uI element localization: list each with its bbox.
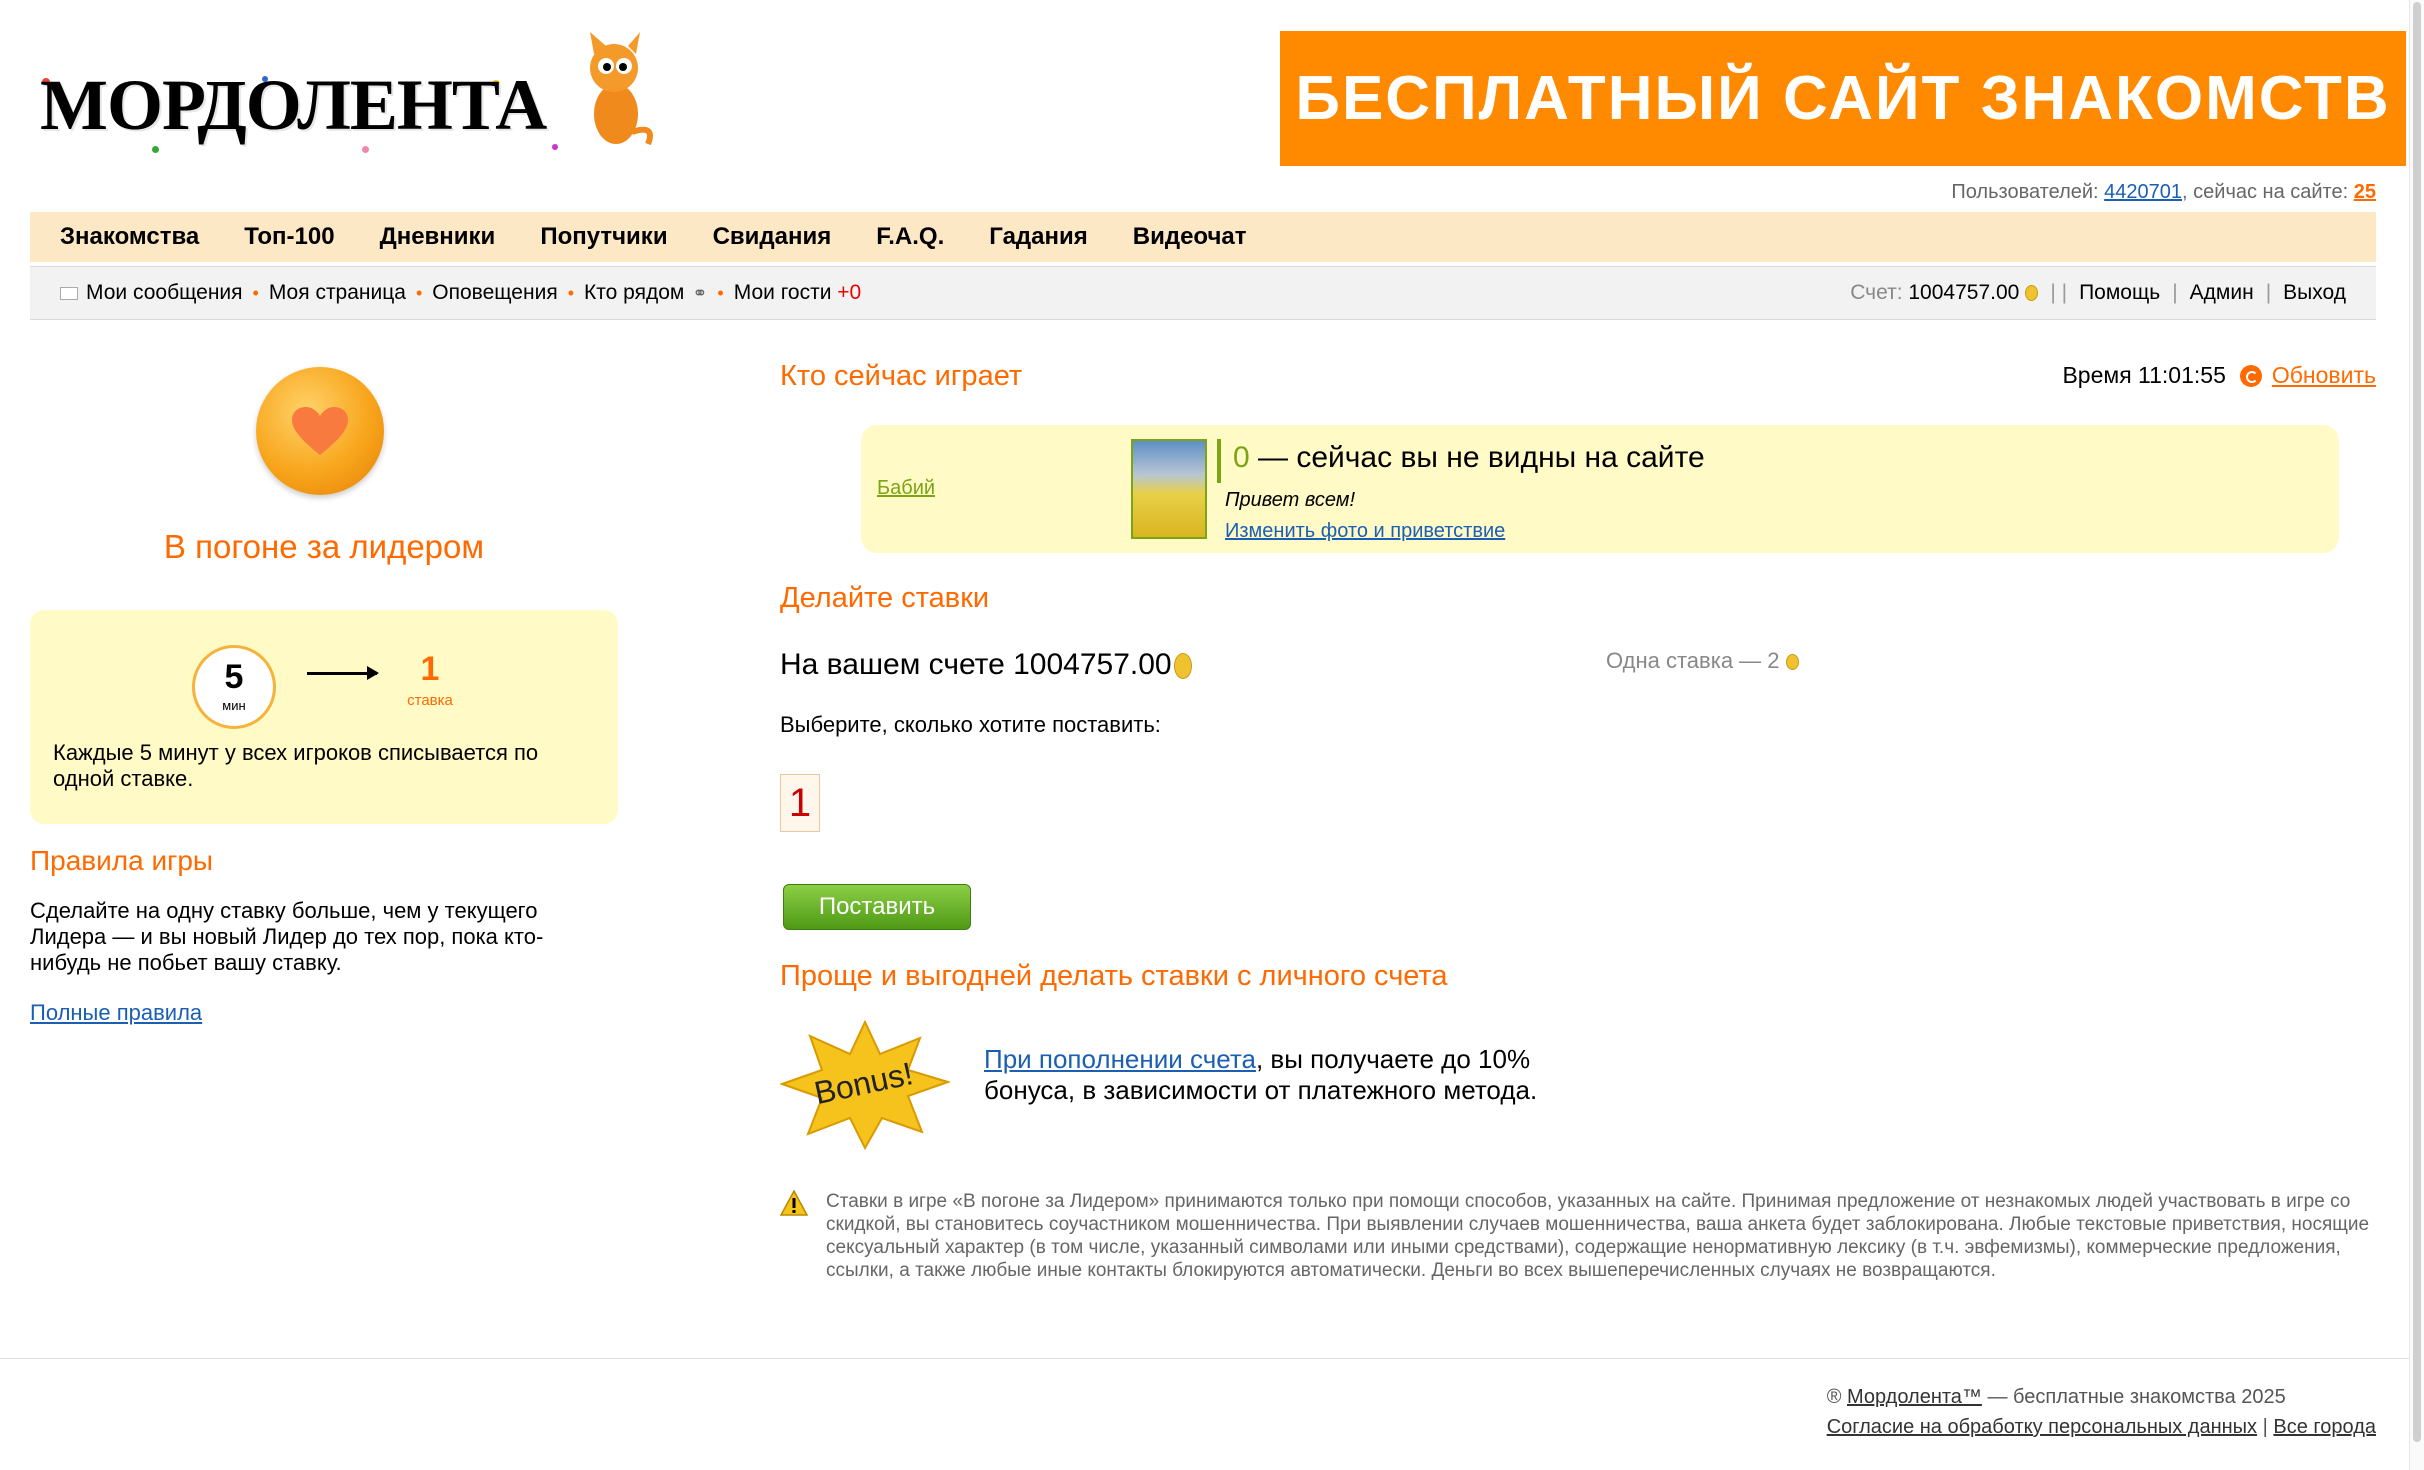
- full-rules-link[interactable]: Полные правила: [30, 1000, 202, 1026]
- logo-text: МОРДОЛЕНТА: [40, 65, 547, 145]
- messages-link[interactable]: Мои сообщения: [86, 281, 243, 305]
- guests-link[interactable]: Мои гости: [734, 281, 832, 305]
- separator-dot: •: [717, 282, 724, 303]
- consent-link[interactable]: Согласие на обработку персональных данны…: [1827, 1416, 2257, 1438]
- timer-icon: 5 мин: [192, 645, 276, 729]
- nav-item-fortune[interactable]: Гадания: [989, 223, 1087, 251]
- site-logo[interactable]: МОРДОЛЕНТА: [32, 28, 672, 158]
- timer-value: 5: [224, 658, 244, 696]
- warning-icon: [780, 1190, 808, 1216]
- guests-count: +0: [837, 281, 862, 304]
- edit-photo-link[interactable]: Изменить фото и приветствие: [1225, 520, 1505, 543]
- separator-dot: •: [567, 282, 574, 303]
- footer-links: Согласие на обработку персональных данны…: [1827, 1412, 2376, 1442]
- nearby-link[interactable]: Кто рядом: [584, 281, 684, 305]
- time-refresh: Время 11:01:55 Обновить: [2062, 362, 2376, 389]
- online-count-link[interactable]: 25: [2354, 181, 2376, 203]
- nav-item-diaries[interactable]: Дневники: [380, 223, 496, 251]
- online-label: , сейчас на сайте:: [2182, 181, 2349, 203]
- rules-text: Сделайте на одну ставку больше, чем у те…: [30, 898, 544, 975]
- bonus-info: При пополнении счета, вы получаете до 10…: [984, 1044, 1604, 1106]
- bet-amount-input[interactable]: 1: [780, 774, 820, 832]
- nav-item-top100[interactable]: Топ-100: [244, 223, 334, 251]
- status-bar: [1217, 439, 1221, 483]
- balance-text: На вашем счете 1004757.00: [780, 648, 1172, 681]
- refresh-link[interactable]: Обновить: [2272, 362, 2376, 389]
- easier-title: Проще и выгодней делать ставки с личного…: [780, 960, 1448, 992]
- user-nav: Мои сообщения • Моя страница • Оповещени…: [30, 266, 2376, 320]
- scrollbar-thumb[interactable]: [2413, 2, 2421, 1442]
- refresh-icon[interactable]: [2239, 364, 2262, 387]
- nav-item-dating[interactable]: Знакомства: [60, 223, 199, 251]
- coin-icon: [2025, 285, 2039, 301]
- one-bet-price: Одна ставка — 2: [1606, 648, 1799, 674]
- copyright-sign: ®: [1826, 1386, 1842, 1408]
- vertical-scrollbar[interactable]: [2409, 0, 2424, 1470]
- mail-icon: [60, 286, 78, 300]
- game-title: В погоне за лидером: [163, 528, 485, 565]
- info-box: 5 мин 1 ставка Каждые 5 минут у всех игр…: [30, 610, 618, 824]
- bets-title: Делайте ставки: [780, 582, 990, 614]
- page: МОРДОЛЕНТА БЕСПЛАТНЫЙ САЙТ ЗНАКОМСТВ Пол…: [30, 0, 2406, 1470]
- admin-link[interactable]: Админ: [2190, 281, 2254, 305]
- choose-prompt: Выберите, сколько хотите поставить:: [780, 712, 1161, 737]
- help-link[interactable]: Помощь: [2079, 281, 2160, 305]
- player-name-link[interactable]: Бабий: [877, 477, 935, 500]
- cat-mascot-icon: [590, 32, 653, 146]
- divider: |: [2172, 281, 2178, 304]
- place-bet-button[interactable]: Поставить: [783, 884, 971, 930]
- footer-site-link[interactable]: Мордолента™: [1847, 1386, 1982, 1408]
- current-time: Время 11:01:55: [2062, 362, 2226, 388]
- bonus-badge-icon: Bonus!: [780, 1020, 950, 1150]
- notifications-link[interactable]: Оповещения: [432, 281, 557, 305]
- nav-item-travel[interactable]: Попутчики: [540, 223, 667, 251]
- timer-unit: мин: [222, 698, 246, 713]
- balance: На вашем счете 1004757.00: [780, 648, 1192, 682]
- arrow-right-icon: [307, 666, 379, 680]
- coin-icon: [1785, 654, 1799, 671]
- banner-text: БЕСПЛАТНЫЙ САЙТ ЗНАКОМСТВ: [1295, 64, 2391, 133]
- my-page-link[interactable]: Моя страница: [269, 281, 406, 305]
- all-cities-link[interactable]: Все города: [2273, 1416, 2376, 1438]
- disclaimer-text: Ставки в игре «В погоне за Лидером» прин…: [826, 1191, 2370, 1281]
- copyright-text: — бесплатные знакомства 2025: [1981, 1386, 2286, 1408]
- coin-icon: [1173, 653, 1192, 680]
- heart-coin-icon: [256, 367, 384, 495]
- separator-dot: •: [252, 282, 259, 303]
- binoculars-icon: ⚭: [692, 282, 708, 303]
- separator-dot: •: [415, 282, 423, 303]
- rules-title: Правила игры: [30, 845, 214, 876]
- footer-separator: |: [2262, 1416, 2274, 1438]
- users-count-link[interactable]: 4420701: [2104, 181, 2182, 203]
- player-count: 0: [1233, 441, 1250, 474]
- stake-unit: ставка: [407, 692, 453, 709]
- nav-item-dates[interactable]: Свидания: [713, 223, 832, 251]
- nav-item-videochat[interactable]: Видеочат: [1133, 223, 1247, 251]
- player-avatar[interactable]: [1131, 439, 1207, 539]
- users-label: Пользователей:: [1951, 181, 2099, 203]
- info-text: Каждые 5 минут у всех игроков списываетс…: [53, 740, 539, 791]
- player-status-text: — сейчас вы не видны на сайте: [1249, 441, 1705, 474]
- nav-item-faq[interactable]: F.A.Q.: [876, 223, 944, 251]
- account-value: 1004757.00: [1908, 281, 2020, 304]
- playing-title: Кто сейчас играет: [780, 360, 1023, 392]
- footer-copyright: ® Мордолента™ — бесплатные знакомства 20…: [1827, 1382, 2376, 1412]
- main-nav: Знакомства Топ-100 Дневники Попутчики Св…: [30, 212, 2376, 262]
- divider: | |: [2050, 281, 2068, 304]
- top-up-link[interactable]: При пополнении счета: [984, 1044, 1256, 1074]
- account-label: Счет:: [1850, 281, 1903, 304]
- player-greeting: Привет всем!: [1225, 489, 1356, 511]
- logout-link[interactable]: Выход: [2283, 281, 2346, 305]
- stake-value: 1: [420, 650, 440, 688]
- one-bet-text: Одна ставка — 2: [1606, 648, 1780, 673]
- divider: |: [2265, 281, 2272, 304]
- promo-banner[interactable]: БЕСПЛАТНЫЙ САЙТ ЗНАКОМСТВ: [1280, 31, 2406, 166]
- current-player-card: Бабий 0 — сейчас вы не видны на сайте Пр…: [861, 425, 2339, 553]
- footer-divider: [0, 1358, 2424, 1359]
- player-status: 0 — сейчас вы не видны на сайте: [1233, 441, 1705, 475]
- footer: ® Мордолента™ — бесплатные знакомства 20…: [1827, 1382, 2376, 1442]
- users-stats: Пользователей: 4420701, сейчас на сайте:…: [1951, 181, 2376, 204]
